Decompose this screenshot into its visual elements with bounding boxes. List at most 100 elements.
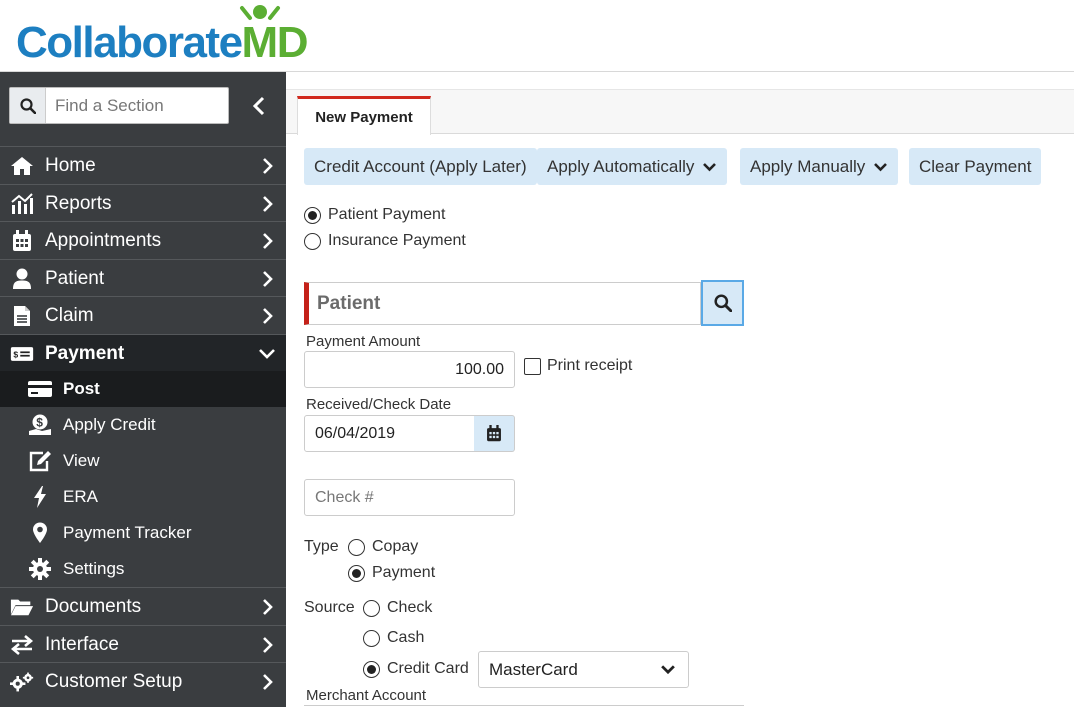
credit-account-button[interactable]: Credit Account (Apply Later): [304, 148, 537, 185]
patient-payment-option[interactable]: Patient Payment: [304, 206, 445, 224]
sidebar-subitem-era[interactable]: ERA: [0, 479, 286, 515]
bolt-icon: [27, 486, 53, 508]
insurance-payment-option[interactable]: Insurance Payment: [304, 232, 466, 250]
credit-card-icon: [27, 378, 53, 400]
sidebar-item-label: Patient: [45, 268, 104, 290]
reports-icon: [10, 193, 34, 215]
radio-button[interactable]: [363, 630, 380, 647]
radio-button[interactable]: [304, 207, 321, 224]
option-label: Copay: [372, 538, 418, 556]
payment-amount-input[interactable]: 100.00: [304, 351, 515, 388]
check-number-input[interactable]: Check #: [304, 479, 515, 516]
chevron-down-icon: [660, 664, 676, 675]
sidebar-subitem-post[interactable]: Post: [0, 371, 286, 407]
sidebar-subitem-settings[interactable]: Settings: [0, 551, 286, 587]
chevron-right-icon: [258, 673, 276, 691]
search-icon: [714, 294, 732, 312]
option-label: Patient Payment: [328, 206, 445, 224]
folder-icon: [10, 596, 34, 618]
money-icon: $: [10, 343, 34, 365]
received-date-input[interactable]: 06/04/2019: [304, 415, 475, 452]
collaboratemd-logo[interactable]: CollaborateMD: [16, 4, 316, 68]
chevron-right-icon: [258, 195, 276, 213]
sidebar-item-patient[interactable]: Patient: [0, 259, 286, 297]
calendar-icon: [486, 425, 502, 442]
apply-automatically-button[interactable]: Apply Automatically: [537, 148, 727, 185]
source-credit-card-option[interactable]: Credit Card: [363, 660, 469, 678]
chevron-right-icon: [258, 270, 276, 288]
sidebar-item-claim[interactable]: Claim: [0, 296, 286, 334]
check-number-placeholder: Check #: [315, 489, 374, 507]
file-icon: [10, 305, 34, 327]
logo-text-accent: MD: [242, 18, 307, 67]
sidebar-item-label: Payment: [45, 343, 124, 365]
svg-text:$: $: [13, 349, 18, 359]
sidebar-subitem-label: Apply Credit: [63, 415, 156, 435]
gear-icon: [27, 558, 53, 580]
edit-icon: [27, 450, 53, 472]
sidebar-subitem-label: View: [63, 451, 100, 471]
received-date-label: Received/Check Date: [306, 396, 451, 413]
collapse-sidebar-icon[interactable]: [248, 92, 270, 120]
sidebar-item-label: Interface: [45, 634, 119, 656]
hand-coin-icon: $: [27, 414, 53, 436]
option-label: Insurance Payment: [328, 232, 466, 250]
tab-bar: New Payment: [286, 89, 1074, 134]
option-label: Cash: [387, 629, 424, 647]
clear-payment-button[interactable]: Clear Payment: [909, 148, 1041, 185]
calendar-icon: [10, 230, 34, 252]
sidebar-item-label: Reports: [45, 193, 112, 215]
patient-search-button[interactable]: [701, 280, 744, 326]
radio-button[interactable]: [348, 539, 365, 556]
svg-text:$: $: [36, 416, 43, 430]
print-receipt-checkbox[interactable]: [524, 358, 541, 375]
apply-manually-button[interactable]: Apply Manually: [740, 148, 898, 185]
sidebar-subitem-view[interactable]: View: [0, 443, 286, 479]
sidebar-item-reports[interactable]: Reports: [0, 184, 286, 222]
sidebar-search-row: [0, 72, 286, 146]
patient-input[interactable]: [317, 283, 697, 324]
source-cash-option[interactable]: Cash: [363, 629, 424, 647]
sidebar-subitem-apply-credit[interactable]: $ Apply Credit: [0, 407, 286, 443]
option-label: Credit Card: [387, 660, 469, 678]
calendar-picker-button[interactable]: [474, 415, 515, 452]
card-type-select[interactable]: MasterCard: [478, 651, 689, 688]
radio-button[interactable]: [363, 661, 380, 678]
exchange-icon: [10, 634, 34, 656]
search-icon[interactable]: [10, 88, 46, 123]
sidebar-item-customer-setup[interactable]: Customer Setup: [0, 662, 286, 700]
payment-amount-value: 100.00: [455, 361, 504, 379]
tab-new-payment[interactable]: New Payment: [297, 96, 431, 135]
find-section-input[interactable]: [55, 88, 225, 123]
chevron-down-icon: [702, 162, 717, 172]
card-type-value: MasterCard: [489, 660, 578, 680]
chevron-down-icon: [258, 345, 276, 363]
sidebar-item-payment[interactable]: $ Payment: [0, 334, 286, 372]
source-check-option[interactable]: Check: [363, 599, 432, 617]
sidebar-subitem-label: ERA: [63, 487, 98, 507]
app-header: CollaborateMD: [0, 0, 1074, 72]
option-label: Payment: [372, 564, 435, 582]
sidebar-subitem-payment-tracker[interactable]: Payment Tracker: [0, 515, 286, 551]
sidebar-item-label: Documents: [45, 596, 141, 618]
sidebar: Home Reports Appointments Patient Claim …: [0, 72, 286, 707]
logo-text-main: Collaborate: [16, 18, 242, 67]
radio-button[interactable]: [363, 600, 380, 617]
radio-button[interactable]: [304, 233, 321, 250]
sidebar-item-label: Home: [45, 155, 96, 177]
sidebar-subitem-label: Settings: [63, 559, 124, 579]
map-marker-icon: [27, 522, 53, 544]
sidebar-item-appointments[interactable]: Appointments: [0, 221, 286, 259]
received-date-value: 06/04/2019: [315, 425, 395, 443]
sidebar-item-interface[interactable]: Interface: [0, 625, 286, 663]
clear-payment-label: Clear Payment: [919, 157, 1031, 177]
sidebar-item-label: Customer Setup: [45, 671, 182, 693]
radio-button[interactable]: [348, 565, 365, 582]
chevron-right-icon: [258, 232, 276, 250]
sidebar-item-documents[interactable]: Documents: [0, 587, 286, 625]
find-section-search: [9, 87, 229, 124]
sidebar-item-home[interactable]: Home: [0, 146, 286, 184]
type-copay-option[interactable]: Copay: [348, 538, 418, 556]
type-payment-option[interactable]: Payment: [348, 564, 435, 582]
main-content: New Payment Credit Account (Apply Later)…: [286, 72, 1074, 707]
